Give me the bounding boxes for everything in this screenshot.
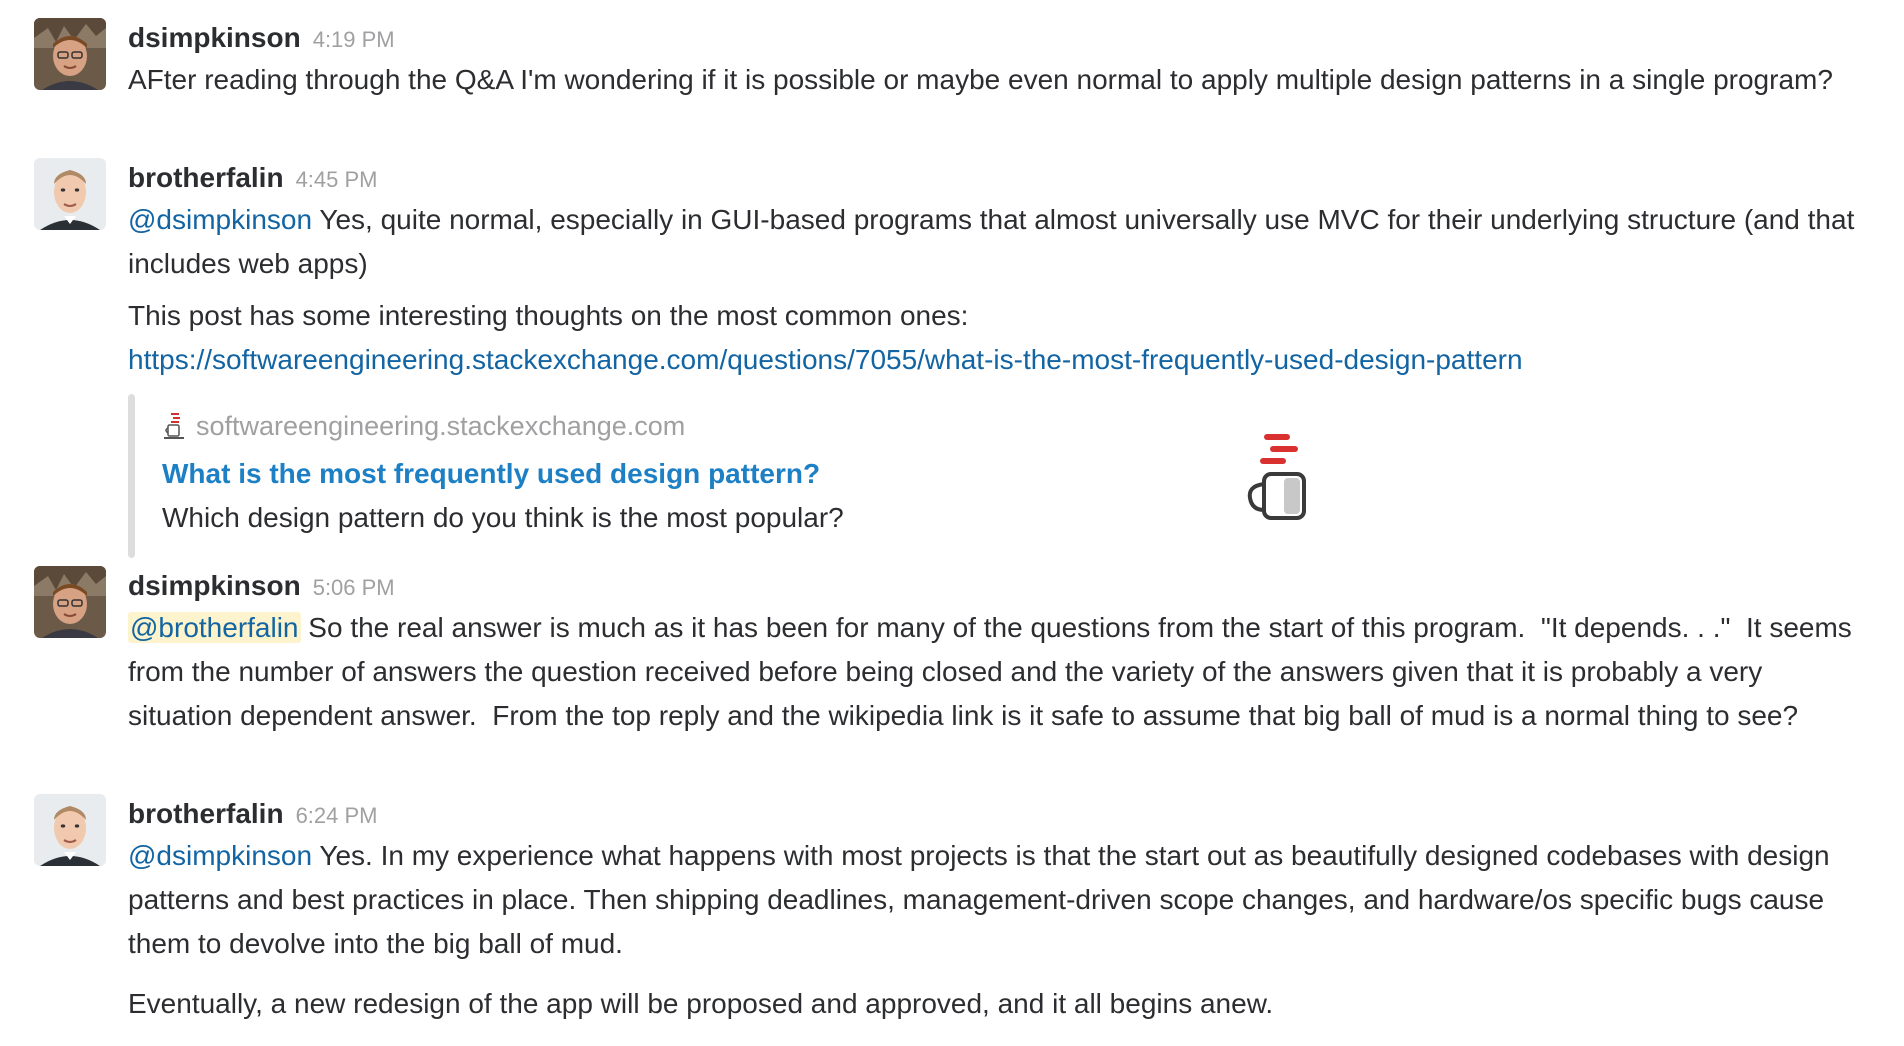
- username[interactable]: brotherfalin: [128, 162, 284, 193]
- attachment-description: Which design pattern do you think is the…: [162, 502, 844, 533]
- message-text: @brotherfalin So the real answer is much…: [128, 606, 1868, 738]
- message-header: dsimpkinson 4:19 PM: [128, 18, 395, 58]
- timestamp[interactable]: 5:06 PM: [313, 575, 395, 600]
- message-text: @dsimpkinson Yes. In my experience what …: [128, 834, 1868, 1026]
- username[interactable]: dsimpkinson: [128, 22, 301, 53]
- avatar-dsimpkinson[interactable]: [34, 18, 106, 90]
- mention-link-self[interactable]: @brotherfalin: [128, 612, 301, 643]
- message-text: AFter reading through the Q&A I'm wonder…: [128, 58, 1868, 102]
- timestamp[interactable]: 4:45 PM: [296, 167, 378, 192]
- attachment-title[interactable]: What is the most frequently used design …: [162, 454, 820, 494]
- avatar-dsimpkinson[interactable]: [34, 566, 106, 638]
- url-link[interactable]: https://softwareengineering.stackexchang…: [128, 344, 1523, 375]
- mention-link[interactable]: @dsimpkinson: [128, 840, 312, 871]
- timestamp[interactable]: 4:19 PM: [313, 27, 395, 52]
- attachment-bar: [128, 394, 135, 558]
- message-paragraph: https://softwareengineering.stackexchang…: [128, 338, 1868, 382]
- message-paragraph: AFter reading through the Q&A I'm wonder…: [128, 64, 1833, 95]
- message-text-run: Yes, quite normal, especially in GUI-bas…: [128, 204, 1855, 279]
- message-feed: dsimpkinson 4:19 PM AFter reading through…: [0, 0, 1904, 1046]
- stackexchange-icon: [162, 412, 186, 440]
- avatar-brotherfalin[interactable]: [34, 158, 106, 230]
- mention-link[interactable]: @dsimpkinson: [128, 204, 312, 235]
- message-paragraph: This post has some interesting thoughts …: [128, 300, 969, 331]
- attachment-service: softwareengineering.stackexchange.com: [162, 406, 685, 446]
- attachment-service-name: softwareengineering.stackexchange.com: [196, 411, 686, 441]
- message-header: brotherfalin 4:45 PM: [128, 158, 378, 198]
- message-header: dsimpkinson 5:06 PM: [128, 566, 395, 606]
- link-preview-attachment: softwareengineering.stackexchange.com Wh…: [128, 394, 1328, 558]
- message-paragraph: Eventually, a new redesign of the app wi…: [128, 988, 1274, 1019]
- message-text-run: So the real answer is much as it has bee…: [128, 612, 1860, 731]
- message-text: @dsimpkinson Yes, quite normal, especial…: [128, 198, 1868, 382]
- message-text-run: Yes. In my experience what happens with …: [128, 840, 1830, 959]
- username[interactable]: brotherfalin: [128, 798, 284, 829]
- coffee-mug-icon[interactable]: [1240, 432, 1320, 522]
- message-paragraph: @dsimpkinson Yes, quite normal, especial…: [128, 198, 1868, 286]
- message-header: brotherfalin 6:24 PM: [128, 794, 378, 834]
- message-paragraph: @dsimpkinson Yes. In my experience what …: [128, 834, 1868, 966]
- avatar-brotherfalin[interactable]: [34, 794, 106, 866]
- username[interactable]: dsimpkinson: [128, 570, 301, 601]
- timestamp[interactable]: 6:24 PM: [296, 803, 378, 828]
- message-paragraph: @brotherfalin So the real answer is much…: [128, 606, 1868, 738]
